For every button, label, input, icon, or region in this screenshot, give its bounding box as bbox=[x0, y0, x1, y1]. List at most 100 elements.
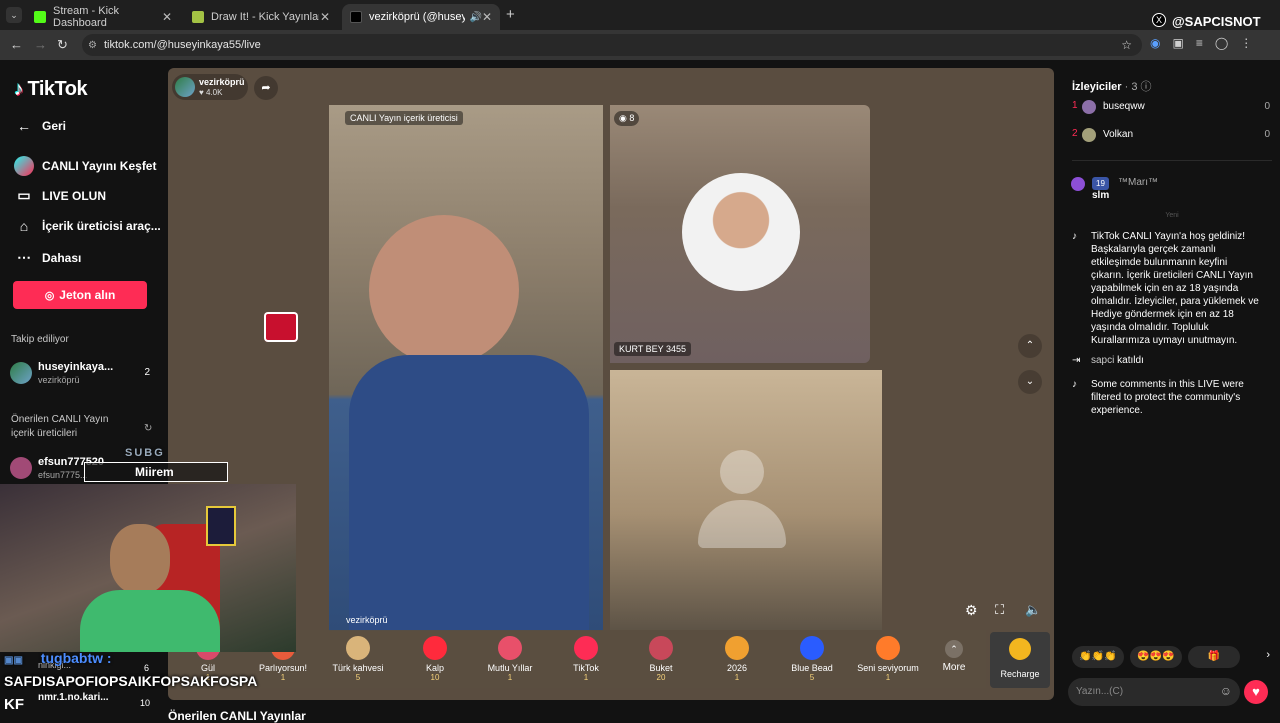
sidebar-item-explore-live[interactable]: CANLI Yayını Keşfet bbox=[14, 156, 156, 176]
viewer-score: 0 bbox=[1264, 101, 1270, 112]
gift-item[interactable]: Buket 20 bbox=[626, 636, 696, 682]
kf-label: KF bbox=[4, 696, 24, 713]
recharge-label: Recharge bbox=[1000, 669, 1040, 679]
chat-input[interactable]: Yazın...(C) ☺ bbox=[1068, 678, 1240, 706]
gift-price: 10 bbox=[430, 673, 440, 682]
new-tab-button[interactable]: + bbox=[506, 6, 515, 23]
audio-extension-icon[interactable]: ◉ bbox=[1150, 36, 1160, 50]
forward-icon[interactable]: → bbox=[34, 37, 47, 52]
birthday-icon bbox=[498, 636, 522, 660]
gift-item[interactable]: 2026 1 bbox=[702, 636, 772, 682]
emoji-icon[interactable]: ☺ bbox=[1220, 684, 1232, 698]
coin-icon: ◎ bbox=[44, 289, 55, 302]
bookmark-star-icon[interactable]: ☆ bbox=[1121, 38, 1132, 52]
new-divider: Yeni bbox=[1165, 212, 1179, 219]
tab-tiktok-live[interactable]: vezirköprü (@huseyinkaya5 🔊 ✕ bbox=[342, 4, 500, 30]
chevron-up-icon: ⌃ bbox=[945, 640, 963, 658]
buy-coins-button[interactable]: ◎ Jeton alın bbox=[13, 281, 147, 309]
guest-video[interactable]: ◉ 8 KURT BEY 3455 bbox=[610, 105, 870, 363]
tiktok-icon: ♪ bbox=[1072, 231, 1077, 242]
welcome-text: TikTok CANLI Yayın'a hoş geldiniz! Başka… bbox=[1091, 231, 1259, 346]
refresh-icon[interactable]: ↻ bbox=[144, 423, 152, 434]
extension-icons: ◉ ▣ ≡ ◯ ⋮ bbox=[1150, 36, 1252, 50]
scroll-down-icon[interactable]: ⌄ bbox=[1018, 370, 1042, 394]
speaker-icon[interactable]: 🔊 bbox=[469, 12, 481, 23]
following-title: Takip ediliyor bbox=[11, 334, 69, 345]
camera-icon: ▭ bbox=[17, 187, 31, 203]
viewer-row[interactable]: 2 Volkan 0 bbox=[1072, 128, 1272, 146]
tiktok-logo[interactable]: ♪ TikTok bbox=[14, 78, 88, 101]
gift-price: 5 bbox=[355, 673, 361, 682]
close-icon[interactable]: ✕ bbox=[162, 10, 172, 24]
tab-draw-it[interactable]: Draw It! - Kick Yayınları İçin Çiz ✕ bbox=[184, 4, 338, 30]
sub-name: Miirem bbox=[135, 465, 174, 479]
reaction-chip[interactable]: 😍😍😍 bbox=[1130, 646, 1182, 668]
like-heart-button[interactable]: ♥ bbox=[1244, 680, 1268, 704]
join-icon: ⇥ bbox=[1072, 355, 1081, 366]
sidebar-item-label: CANLI Yayını Keşfet bbox=[42, 159, 157, 173]
quick-reactions: 👏👏👏 😍😍😍 🎁 › bbox=[1072, 646, 1272, 668]
recharge-button[interactable]: Recharge bbox=[990, 632, 1050, 688]
sidebar-item-label: Dahası bbox=[42, 250, 82, 265]
sub-label: SUBG bbox=[125, 447, 165, 459]
sidebar-item-creator-tools[interactable]: ⌂ İçerik üreticisi araç... bbox=[14, 218, 161, 234]
gift-name: TikTok bbox=[573, 663, 599, 673]
gift-name: Blue Bead bbox=[791, 663, 833, 673]
following-item[interactable]: huseyinkaya... vezirköprü 2 bbox=[10, 360, 160, 388]
tab-list-icon[interactable]: ⌄ bbox=[6, 7, 22, 23]
bottom-count: 10 bbox=[140, 698, 151, 708]
streamer-head bbox=[110, 524, 170, 594]
site-info-icon[interactable]: ⚙ bbox=[88, 40, 97, 51]
join-user: sapci bbox=[1091, 355, 1115, 366]
avatar bbox=[1082, 128, 1096, 142]
gift-item[interactable]: Türk kahvesi 5 bbox=[323, 636, 393, 682]
gift-price: 5 bbox=[809, 673, 815, 682]
chat-input-placeholder: Yazın...(C) bbox=[1076, 686, 1124, 697]
reaction-chip[interactable]: 👏👏👏 bbox=[1072, 646, 1124, 668]
puzzle-icon[interactable]: ▣ bbox=[1172, 36, 1183, 50]
viewer-row[interactable]: 1 buseqww 0 bbox=[1072, 100, 1272, 118]
close-icon[interactable]: ✕ bbox=[320, 10, 330, 24]
viewer-score: 0 bbox=[1264, 129, 1270, 140]
back-icon[interactable]: ← bbox=[10, 37, 23, 52]
gift-item[interactable]: Blue Bead 5 bbox=[777, 636, 847, 682]
avatar bbox=[10, 362, 32, 384]
volume-icon[interactable]: 🔈 bbox=[1025, 602, 1041, 618]
settings-icon[interactable]: ⚙ bbox=[965, 602, 978, 619]
guest-badge-count: 8 bbox=[629, 113, 635, 123]
host-likes-row: ♥ 4.0K bbox=[199, 88, 222, 97]
gift-price: 1 bbox=[734, 673, 740, 682]
empty-guest-slot[interactable] bbox=[610, 370, 882, 631]
menu-icon[interactable]: ⋮ bbox=[1240, 36, 1252, 50]
gift-item[interactable]: Seni seviyorum 1 bbox=[853, 636, 923, 682]
chat-user: ™Marı™ bbox=[1118, 177, 1158, 188]
host-info[interactable]: vezirköprü ♥ 4.0K bbox=[172, 74, 248, 100]
gift-name: Buket bbox=[649, 663, 673, 673]
host-video[interactable]: CANLI Yayın içerik üreticisi vezirköprü bbox=[329, 105, 603, 631]
badge-icons: ▣▣ bbox=[4, 655, 23, 666]
reload-icon[interactable]: ↻ bbox=[57, 37, 68, 53]
heart-icon: ♥ bbox=[199, 88, 206, 97]
fullscreen-icon[interactable]: ⛶ bbox=[995, 602, 1004, 618]
chat-text: slm bbox=[1092, 190, 1110, 201]
share-icon[interactable]: ➦ bbox=[254, 76, 278, 100]
more-gifts-button[interactable]: ⌃ More bbox=[924, 636, 984, 673]
gift-item[interactable]: Kalp 10 bbox=[400, 636, 470, 682]
avatar bbox=[1071, 177, 1085, 191]
chevron-right-icon[interactable]: › bbox=[1266, 649, 1270, 661]
gift-price: 1 bbox=[280, 673, 286, 682]
close-icon[interactable]: ✕ bbox=[482, 10, 492, 24]
scroll-up-icon[interactable]: ⌃ bbox=[1018, 334, 1042, 358]
sidebar-item-go-live[interactable]: ▭ LIVE OLUN bbox=[14, 187, 106, 204]
sidebar-item-more[interactable]: ⋯ Dahası bbox=[14, 249, 81, 266]
profile-icon[interactable]: ◯ bbox=[1215, 36, 1228, 50]
gift-item[interactable]: TikTok 1 bbox=[551, 636, 621, 682]
streamer-webcam bbox=[0, 484, 296, 652]
address-bar[interactable]: ⚙ tiktok.com/@huseyinkaya55/live ☆ bbox=[82, 34, 1142, 56]
sidebar-item-back[interactable]: ← Geri bbox=[14, 118, 66, 134]
tab-kick-dashboard[interactable]: Stream - Kick Dashboard ✕ bbox=[26, 4, 180, 30]
gift-item[interactable]: Mutlu Yıllar 1 bbox=[475, 636, 545, 682]
reaction-chip[interactable]: 🎁 bbox=[1188, 646, 1240, 668]
media-control-icon[interactable]: ≡ bbox=[1196, 36, 1203, 50]
info-icon[interactable]: ⓘ bbox=[1141, 81, 1152, 93]
